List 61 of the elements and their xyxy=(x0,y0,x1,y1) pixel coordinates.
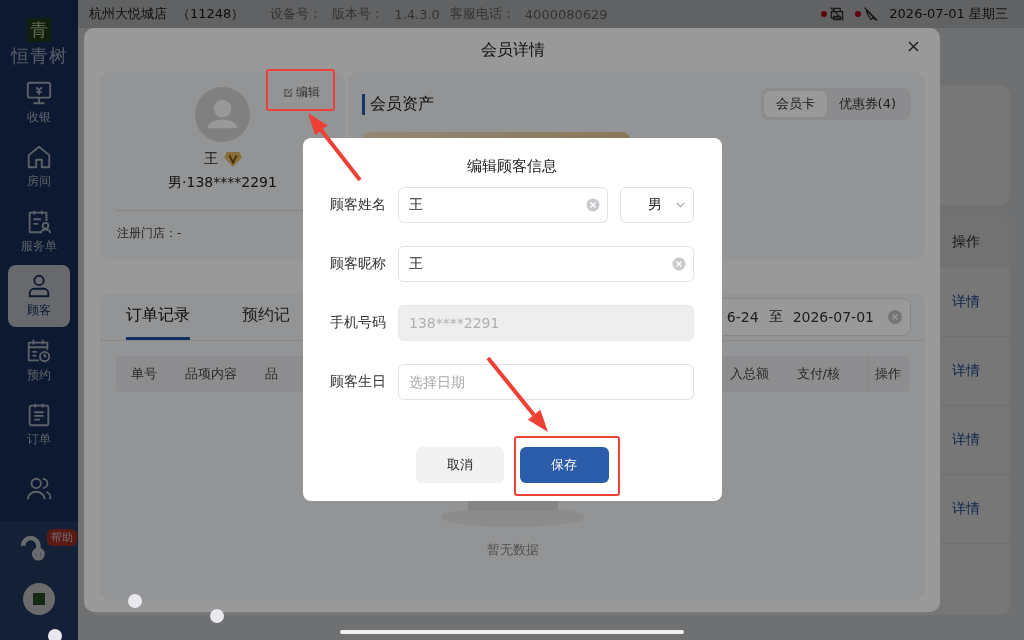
arrow xyxy=(308,113,362,182)
edit-icon xyxy=(284,88,293,97)
clear-icon[interactable] xyxy=(586,198,600,212)
logo-text: 恒青树 xyxy=(10,44,68,68)
store-code: （11248） xyxy=(177,5,245,23)
dialog-title: 编辑顾客信息 xyxy=(466,156,558,177)
records-tab[interactable]: 订单记录 xyxy=(126,293,190,340)
logo-mark: 青 xyxy=(27,18,51,42)
sidebar-item[interactable]: 预约 xyxy=(8,329,70,392)
details-link[interactable]: 详情 xyxy=(952,500,980,518)
sidebar-item[interactable]: 服务单 xyxy=(8,199,70,263)
column-header: 品项内容 xyxy=(185,365,237,383)
edit-link[interactable]: 编辑 xyxy=(284,84,320,101)
highlight-box xyxy=(266,69,335,111)
chevron-down-icon xyxy=(676,202,685,208)
empty-state-text: 暂无数据 xyxy=(486,541,539,559)
clear-icon[interactable] xyxy=(888,309,902,324)
input-field[interactable]: 王 xyxy=(398,187,608,223)
column-header: 支付/核 xyxy=(796,365,840,383)
details-link[interactable]: 详情 xyxy=(952,293,980,311)
avatar-icon xyxy=(195,87,250,142)
details-link[interactable]: 详情 xyxy=(952,431,980,449)
date-text: 2026-07-01 星期三 xyxy=(889,5,1008,23)
store-logo-icon[interactable] xyxy=(23,582,55,615)
segment-tab[interactable]: 会员卡 xyxy=(763,91,827,117)
touch-marker xyxy=(48,629,62,640)
registered-store-text: 注册门店：- xyxy=(117,225,182,242)
scanner-off-icon xyxy=(863,6,880,22)
touch-marker xyxy=(128,594,142,608)
field-label: 顾客昵称 xyxy=(330,255,387,273)
column-header: 入总额 xyxy=(729,365,769,383)
details-link[interactable]: 详情 xyxy=(952,362,980,380)
sidebar-item[interactable]: 顾客 xyxy=(8,264,70,328)
section-title: 会员资产 xyxy=(362,93,434,115)
date-field[interactable]: 选择日期 xyxy=(398,364,694,400)
store-name: 杭州大悦城店 xyxy=(89,5,167,23)
gender-select[interactable]: 男 xyxy=(620,187,694,223)
column-header: 操作 xyxy=(868,356,909,392)
gender-phone-text: 男·138****2291 xyxy=(168,174,277,192)
column-header: 品 xyxy=(265,365,278,383)
sidebar-item[interactable]: 收银 xyxy=(8,70,70,134)
touch-marker xyxy=(210,609,224,623)
input-field[interactable]: 王 xyxy=(398,246,694,282)
column-header: 单号 xyxy=(131,365,157,383)
help-badge: 帮助 xyxy=(47,528,77,546)
field-label: 顾客生日 xyxy=(330,373,387,391)
column-header: 操作 xyxy=(952,232,980,251)
customer-name: 王 xyxy=(203,150,218,168)
field-label: 顾客姓名 xyxy=(330,196,387,214)
records-tab[interactable]: 预约记 xyxy=(242,293,290,340)
clear-icon[interactable] xyxy=(672,257,686,271)
modal-title: 会员详情 xyxy=(480,39,545,61)
sidebar-item[interactable]: 订单 xyxy=(8,393,70,457)
field-label: 手机号码 xyxy=(330,314,387,332)
segment-tab[interactable]: 优惠券(4) xyxy=(826,91,908,117)
sidebar-item[interactable]: 房间 xyxy=(8,135,70,198)
close-icon[interactable] xyxy=(908,41,919,52)
cancel-button[interactable]: 取消 xyxy=(415,447,504,483)
save-button[interactable]: 保存 xyxy=(519,447,609,483)
printer-off-icon xyxy=(829,6,846,22)
help-logo-icon[interactable] xyxy=(20,534,46,561)
